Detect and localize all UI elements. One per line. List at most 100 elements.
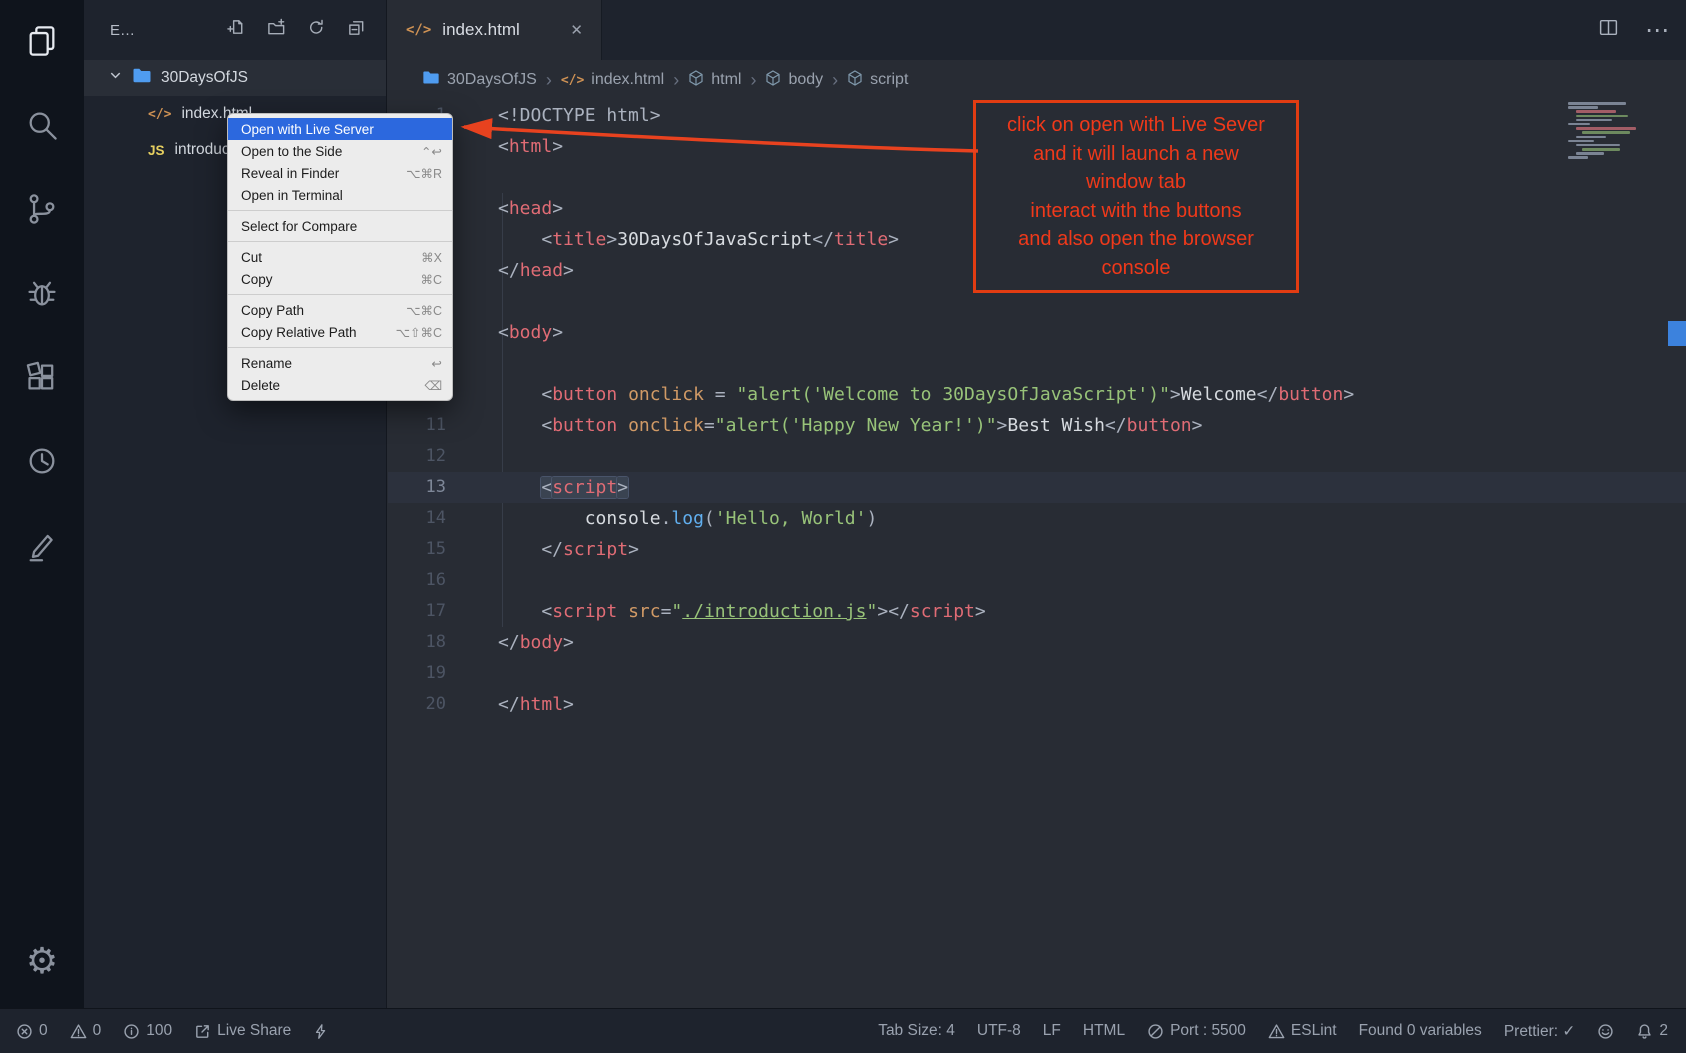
- split-editor-icon[interactable]: [1598, 17, 1619, 43]
- minimap-line: [1576, 119, 1612, 122]
- chevron-right-icon: ›: [546, 70, 552, 91]
- code-line[interactable]: 14 console.log('Hello, World'): [388, 503, 1686, 534]
- code-line[interactable]: 9: [388, 348, 1686, 379]
- line-content: <title>30DaysOfJavaScript</title>: [498, 224, 899, 255]
- new-folder-icon[interactable]: [267, 18, 286, 42]
- line-number: 19: [388, 658, 446, 689]
- symbol-cube-icon: [847, 70, 863, 91]
- collapse-all-icon[interactable]: [347, 18, 366, 42]
- lightning-icon[interactable]: [313, 1023, 329, 1040]
- minimap[interactable]: [1568, 102, 1664, 161]
- minimap-line: [1568, 106, 1598, 109]
- code-line[interactable]: 13 <script>: [388, 472, 1686, 503]
- refresh-icon[interactable]: [307, 18, 326, 42]
- folder-icon: [422, 70, 440, 90]
- code-line[interactable]: 12: [388, 441, 1686, 472]
- line-number: 11: [388, 410, 446, 441]
- minimap-line: [1582, 148, 1620, 151]
- problems-warnings[interactable]: 0: [70, 1022, 102, 1040]
- minimap-line: [1576, 136, 1606, 139]
- settings-gear-icon[interactable]: ⚙: [17, 936, 67, 986]
- menu-item-cut[interactable]: Cut ⌘X: [228, 246, 452, 268]
- language-mode[interactable]: HTML: [1083, 1022, 1125, 1040]
- menu-item-rename[interactable]: Rename ↩: [228, 352, 452, 374]
- more-actions-icon[interactable]: ⋯: [1645, 16, 1670, 45]
- eslint-indicator[interactable]: ESLint: [1268, 1022, 1337, 1040]
- pen-icon[interactable]: [17, 520, 67, 570]
- run-debug-icon[interactable]: [17, 268, 67, 318]
- explorer-icon[interactable]: [17, 16, 67, 66]
- menu-item-copy-path[interactable]: Copy Path ⌥⌘C: [228, 299, 452, 321]
- breadcrumb-item-folder[interactable]: 30DaysOfJS: [422, 70, 537, 90]
- line-content: <head>: [498, 193, 563, 224]
- menu-item-reveal-in-finder[interactable]: Reveal in Finder ⌥⌘R: [228, 162, 452, 184]
- tree-folder-30daysofjs[interactable]: 30DaysOfJS: [84, 60, 386, 96]
- tab-size-indicator[interactable]: Tab Size: 4: [878, 1022, 955, 1040]
- menu-shortcut: ⌘X: [421, 250, 442, 265]
- code-line[interactable]: 8<body>: [388, 317, 1686, 348]
- problems-errors[interactable]: 0: [16, 1022, 48, 1040]
- menu-item-delete[interactable]: Delete ⌫: [228, 374, 452, 396]
- line-number: 16: [388, 565, 446, 596]
- code-line[interactable]: 19: [388, 658, 1686, 689]
- prettier-indicator[interactable]: Prettier: ✓: [1504, 1022, 1576, 1041]
- feedback-smiley-icon[interactable]: [1597, 1023, 1614, 1040]
- code-line[interactable]: 11 <button onclick="alert('Happy New Yea…: [388, 410, 1686, 441]
- annotation-box: click on open with Live Sever and it wil…: [973, 100, 1299, 293]
- code-line[interactable]: 18</body>: [388, 627, 1686, 658]
- breadcrumb-item-html[interactable]: html: [688, 70, 741, 91]
- info-status[interactable]: 100: [123, 1022, 172, 1040]
- code-line[interactable]: 17 <script src="./introduction.js"></scr…: [388, 596, 1686, 627]
- chevron-right-icon: ›: [832, 70, 838, 91]
- breadcrumb-item-script[interactable]: script: [847, 70, 908, 91]
- tab-label: index.html: [442, 20, 519, 40]
- chevron-right-icon: ›: [673, 70, 679, 91]
- menu-item-open-in-terminal[interactable]: Open in Terminal: [228, 184, 452, 206]
- menu-label: Copy: [241, 272, 420, 287]
- close-icon[interactable]: ✕: [570, 21, 583, 39]
- menu-item-open-to-the-side[interactable]: Open to the Side ⌃↩: [228, 140, 452, 162]
- gear-glyph: ⚙: [26, 943, 58, 979]
- warning-count: 0: [93, 1022, 102, 1040]
- menu-label: Copy Path: [241, 303, 406, 318]
- eol-label: LF: [1043, 1022, 1061, 1040]
- menu-item-copy-relative-path[interactable]: Copy Relative Path ⌥⇧⌘C: [228, 321, 452, 343]
- notifications-bell[interactable]: 2: [1636, 1022, 1668, 1040]
- notifications-count: 2: [1659, 1022, 1668, 1040]
- code-line[interactable]: 20</html>: [388, 689, 1686, 720]
- breadcrumb-item-body[interactable]: body: [765, 70, 823, 91]
- menu-item-copy[interactable]: Copy ⌘C: [228, 268, 452, 290]
- context-menu: Open with Live Server Open to the Side ⌃…: [227, 113, 453, 401]
- folder-icon: [132, 67, 152, 89]
- code-line[interactable]: 15 </script>: [388, 534, 1686, 565]
- menu-label: Cut: [241, 250, 421, 265]
- live-share-button[interactable]: Live Share: [194, 1022, 291, 1040]
- tab-index-html[interactable]: </> index.html ✕: [388, 0, 602, 60]
- eol-indicator[interactable]: LF: [1043, 1022, 1061, 1040]
- minimap-line: [1568, 102, 1626, 105]
- search-icon[interactable]: [17, 100, 67, 150]
- encoding-indicator[interactable]: UTF-8: [977, 1022, 1021, 1040]
- menu-item-open-with-live-server[interactable]: Open with Live Server: [228, 118, 452, 140]
- variables-indicator[interactable]: Found 0 variables: [1359, 1022, 1482, 1040]
- annotation-line: window tab: [980, 168, 1292, 197]
- chevron-down-icon: [108, 68, 123, 88]
- port-indicator[interactable]: Port : 5500: [1147, 1022, 1246, 1040]
- history-clock-icon[interactable]: [17, 436, 67, 486]
- extensions-icon[interactable]: [17, 352, 67, 402]
- code-line[interactable]: 16: [388, 565, 1686, 596]
- breadcrumb: 30DaysOfJS › </> index.html › html › bod…: [388, 60, 1686, 100]
- new-file-icon[interactable]: [227, 18, 246, 42]
- breadcrumb-item-file[interactable]: </> index.html: [561, 71, 664, 89]
- line-content: <script>: [498, 472, 628, 503]
- line-number: 12: [388, 441, 446, 472]
- source-control-icon[interactable]: [17, 184, 67, 234]
- menu-shortcut: ⌥⌘C: [406, 303, 442, 318]
- annotation-line: and also open the browser: [980, 225, 1292, 254]
- activity-bar: ⚙: [0, 0, 84, 1008]
- js-file-icon: JS: [148, 143, 165, 158]
- code-line[interactable]: 10 <button onclick = "alert('Welcome to …: [388, 379, 1686, 410]
- symbol-cube-icon: [688, 70, 704, 91]
- menu-item-select-for-compare[interactable]: Select for Compare: [228, 215, 452, 237]
- line-content: <body>: [498, 317, 563, 348]
